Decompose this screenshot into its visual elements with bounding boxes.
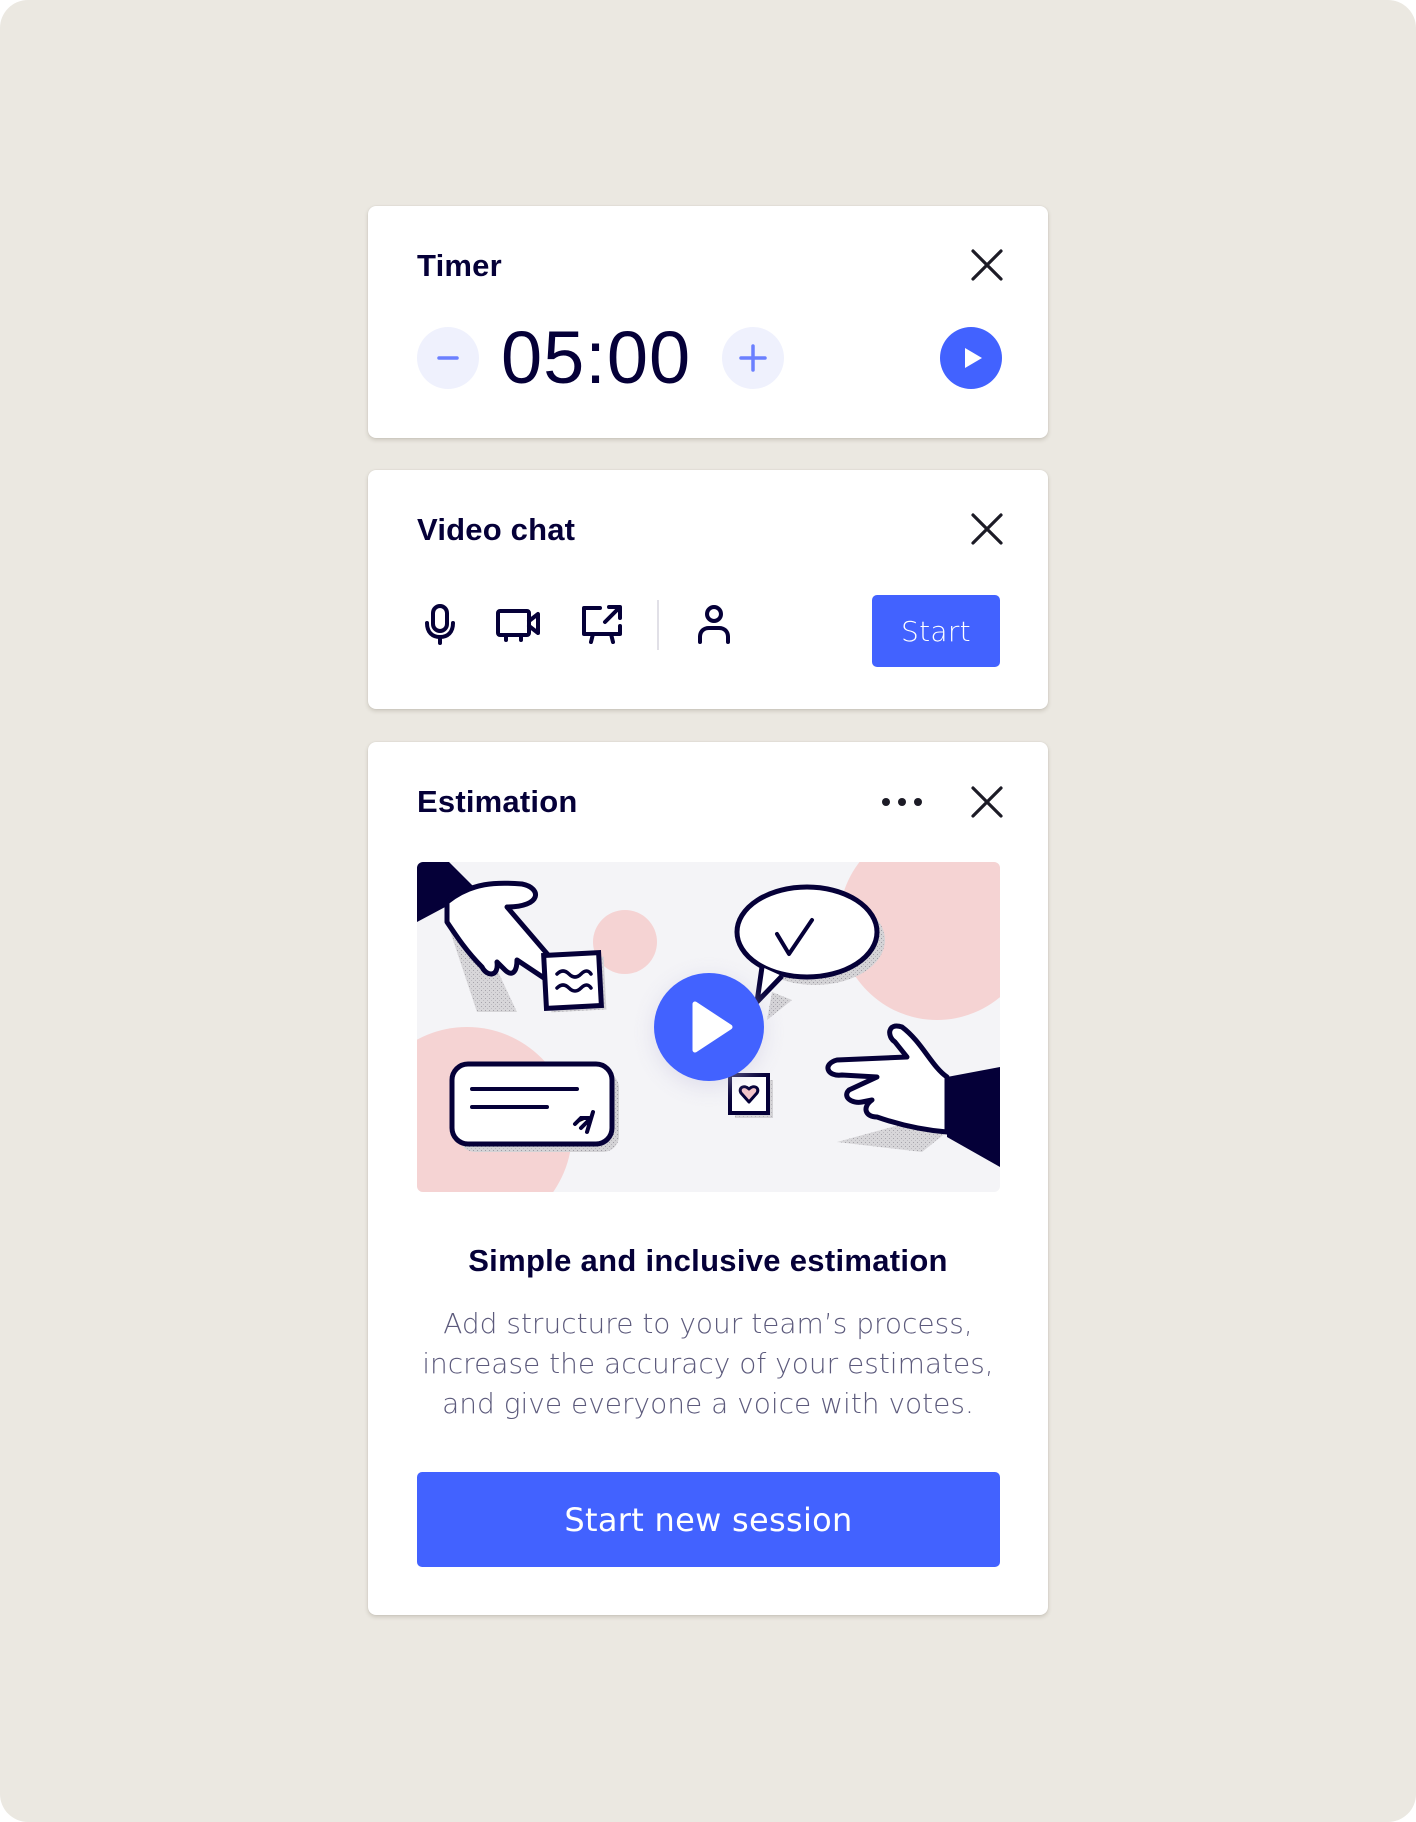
participants-button[interactable] [690,600,738,648]
timer-title: Timer [417,248,502,283]
estimation-card-illustration [449,1061,619,1152]
estimation-video-thumbnail[interactable] [417,862,1000,1192]
heart-note [728,1073,773,1118]
speech-bubble-check [734,884,885,1020]
timer-panel: Timer 05:00 [368,206,1048,438]
camera-button[interactable] [494,600,542,648]
estimation-description: Add structure to your team’s process, in… [422,1307,994,1420]
microphone-icon [425,604,455,645]
video-camera-icon [496,609,540,642]
increase-time-button[interactable] [722,327,784,389]
person-icon [698,605,730,644]
start-video-chat-button[interactable]: Start [872,595,1000,667]
video-play-button [653,973,765,1088]
app-background: Timer 05:00 Video chat Start Estimation … [0,0,1416,1822]
timer-value: 05:00 [501,316,692,399]
estimation-heading: Simple and inclusive estimation [468,1243,948,1278]
minus-icon [437,356,459,360]
estimation-close-button[interactable] [968,783,1006,821]
microphone-button[interactable] [416,600,464,648]
start-new-session-button[interactable]: Start new session [417,1472,1000,1567]
close-icon [971,249,1003,281]
share-screen-button[interactable] [578,600,626,648]
estimation-more-button[interactable] [880,792,924,812]
timer-close-button[interactable] [968,246,1006,284]
video-chat-title: Video chat [417,512,576,547]
decrease-time-button[interactable] [417,327,479,389]
estimation-panel: Estimation Simple and inclusive estimati… [368,742,1048,1615]
video-chat-panel: Video chat Start [368,470,1048,709]
share-screen-icon [582,605,622,644]
estimation-title: Estimation [417,784,578,819]
pointing-hand-top-left [417,862,607,1013]
plus-icon [739,344,767,372]
close-icon [971,786,1003,818]
more-horizontal-icon [882,798,922,806]
close-icon [971,513,1003,545]
video-chat-close-button[interactable] [968,510,1006,548]
estimation-illustration [417,862,1000,1192]
toolbar-divider [657,600,659,650]
start-timer-button[interactable] [940,327,1002,389]
play-icon [965,348,982,368]
pointing-hand-bottom-right [825,1023,1000,1167]
